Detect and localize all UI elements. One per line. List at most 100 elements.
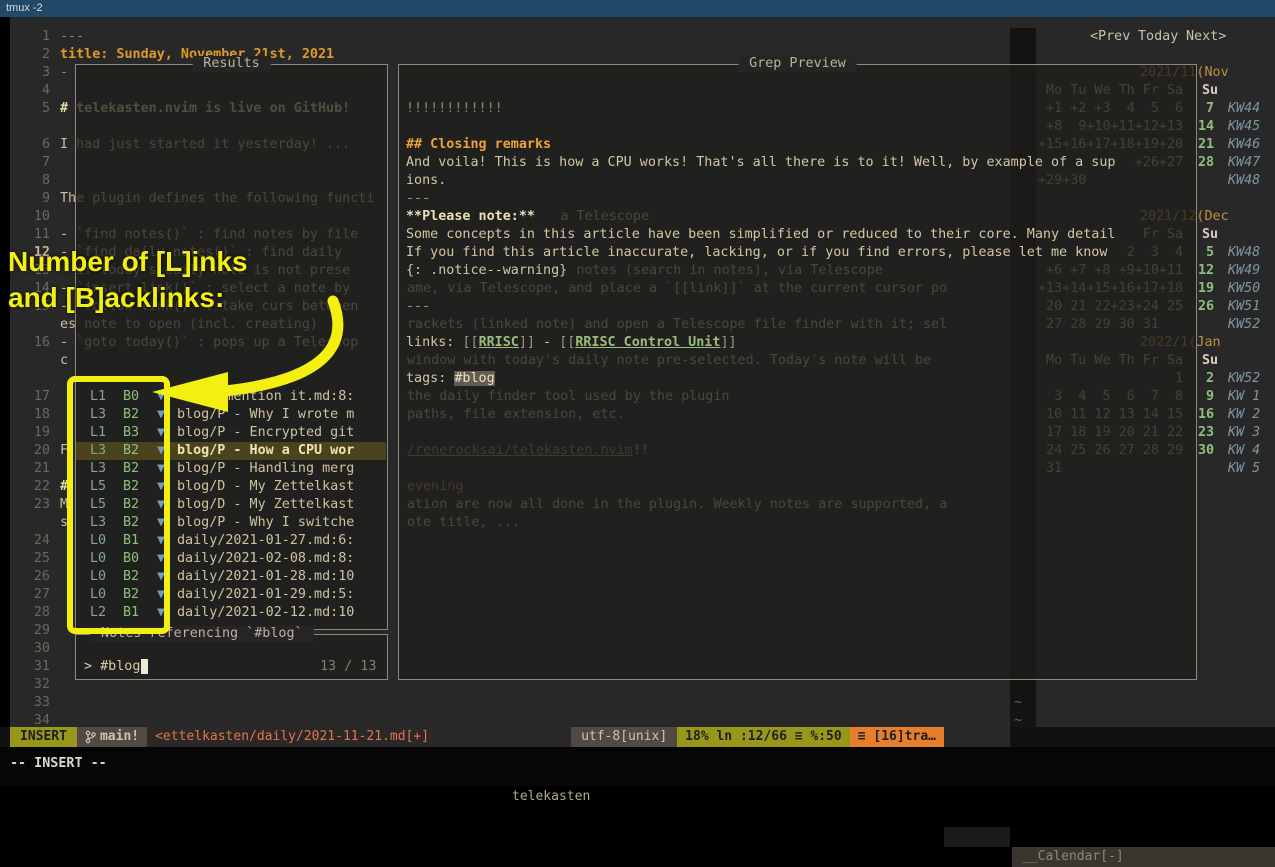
result-entry[interactable]: L3B2▼blog/P - Handling merg <box>76 460 386 478</box>
result-entry[interactable]: L3B2▼blog/P - Why I wrote m <box>76 406 386 424</box>
links-count: L2 <box>90 604 106 622</box>
result-entry[interactable]: L1B3▼blog/P - Encrypted git <box>76 424 386 442</box>
result-entry[interactable]: L3B2▼blog/P - Why I switche <box>76 514 386 532</box>
annotation-line-1: Number of [L]inks <box>8 244 248 280</box>
preview-text: ]] <box>720 335 736 350</box>
calendar-week-number: KW49 <box>1228 262 1260 280</box>
calendar-sunday[interactable]: 9 <box>1198 388 1214 406</box>
calendar-prev-button[interactable]: <Prev <box>1090 28 1130 46</box>
markdown-file-icon: ▼ <box>157 424 165 442</box>
result-entry[interactable]: L0B1▼daily/2021-01-27.md:6: <box>76 532 386 550</box>
empty-line-tilde: ~ <box>1014 694 1022 712</box>
entry-title: blog/P - Why I switche <box>177 514 354 532</box>
markdown-file-icon: ▼ <box>157 514 165 532</box>
line-number: 30 <box>22 640 50 658</box>
calendar-sunday[interactable]: 19 <box>1198 280 1214 298</box>
preview-text: #blog <box>454 371 494 386</box>
line-number: 4 <box>22 82 50 100</box>
branch-icon <box>85 730 96 744</box>
result-entry[interactable]: L0B2▼daily/2021-01-28.md:10 <box>76 568 386 586</box>
buffer-text: - <box>60 64 68 82</box>
calendar-week-number: KW50 <box>1228 280 1260 298</box>
preview-line: Some concepts in this article have been … <box>406 226 1115 244</box>
line-number: 2 <box>22 46 50 64</box>
annotation-line-2: and [B]acklinks: <box>8 280 248 316</box>
calendar-sunday[interactable]: 26 <box>1198 298 1214 316</box>
result-entry[interactable]: L0B0▼daily/2021-02-08.md:8: <box>76 550 386 568</box>
calendar-week-number: KW 2 <box>1228 406 1260 424</box>
calendar-sunday[interactable]: 28 <box>1198 154 1214 172</box>
result-entry[interactable]: L5B2▼blog/D - My Zettelkast <box>76 496 386 514</box>
result-entry[interactable]: L5B2▼blog/D - My Zettelkast <box>76 478 386 496</box>
line-number: 10 <box>22 208 50 226</box>
line-number: 24 <box>22 532 50 550</box>
line-number: 31 <box>22 658 50 676</box>
line-number: 11 <box>22 226 50 244</box>
calendar-sunday[interactable]: 14 <box>1198 118 1214 136</box>
preview-text: Some concepts in this article have been … <box>406 227 1115 242</box>
entry-title: daily/2021-02-08.md:8: <box>177 550 354 568</box>
branch-name: main! <box>100 727 139 747</box>
calendar-sunday[interactable]: 16 <box>1198 406 1214 424</box>
calendar-sunday[interactable]: 30 <box>1198 442 1214 460</box>
calendar-sunday[interactable]: 2 <box>1198 370 1214 388</box>
line-number: 1 <box>22 28 50 46</box>
links-count: L0 <box>90 586 106 604</box>
backlinks-count: B2 <box>123 460 139 478</box>
preview-text: [[ <box>559 335 575 350</box>
links-count: L3 <box>90 514 106 532</box>
markdown-file-icon: ▼ <box>157 388 165 406</box>
preview-text: {: .notice--warning} <box>406 263 567 278</box>
links-count: L3 <box>90 460 106 478</box>
result-entry[interactable]: L2B1▼daily/2021-02-12.md:10 <box>76 604 386 622</box>
preview-line: And voila! This is how a CPU works! That… <box>406 154 1115 172</box>
line-number: 28 <box>22 604 50 622</box>
mode-text: -- INSERT -- <box>10 755 107 773</box>
buffer-text: s <box>60 514 68 532</box>
buffer-text: F <box>60 442 68 460</box>
calendar-sunday[interactable]: 12 <box>1198 262 1214 280</box>
links-count: L0 <box>90 532 106 550</box>
links-count: L0 <box>90 550 106 568</box>
links-count: L0 <box>90 568 106 586</box>
markdown-file-icon: ▼ <box>157 460 165 478</box>
warning-segment: ≡ [16]tra… <box>850 727 944 747</box>
entry-title: blog/D - My Zettelkast <box>177 496 354 514</box>
results-window-title: Results <box>192 56 271 72</box>
links-count: L1 <box>90 388 106 406</box>
entry-title: blog/P - Why I wrote m <box>177 406 354 424</box>
calendar-week-number: KW52 <box>1228 316 1260 334</box>
line-number: 18 <box>22 406 50 424</box>
preview-text: RRISC <box>479 335 519 350</box>
calendar-statusline: __Calendar[-] <box>1012 847 1275 867</box>
line-number: 9 <box>22 190 50 208</box>
calendar-week-number: KW48 <box>1228 172 1260 190</box>
backlinks-count: B1 <box>123 604 139 622</box>
line-number: 22 <box>22 478 50 496</box>
result-entry[interactable]: L0B2▼daily/2021-01-29.md:5: <box>76 586 386 604</box>
backlinks-count: B1 <box>123 532 139 550</box>
prompt-window-title: Notes referencing `#blog` <box>90 626 314 642</box>
backlinks-count: B2 <box>123 568 139 586</box>
calendar-sunday[interactable]: 7 <box>1198 100 1214 118</box>
calendar-next-button[interactable]: Next> <box>1186 28 1226 46</box>
buffer-text: M <box>60 496 68 514</box>
mode-indicator: INSERT <box>10 727 77 747</box>
calendar-sunday[interactable]: 23 <box>1198 424 1214 442</box>
result-entry[interactable]: L1B0▼ i mention it.md:8: <box>76 388 386 406</box>
entry-title: blog/P - Encrypted git <box>177 424 354 442</box>
links-count: L3 <box>90 406 106 424</box>
calendar-sunday[interactable]: 5 <box>1198 244 1214 262</box>
result-entry[interactable]: L3B2▼blog/P - How a CPU wor <box>76 442 386 460</box>
filetype-label: telekasten <box>512 787 590 807</box>
encoding-segment: utf-8[unix] <box>571 727 677 747</box>
entry-title: daily/2021-01-28.md:10 <box>177 568 354 586</box>
calendar-sunday-header: Su <box>1202 82 1218 100</box>
calendar-sunday-header: Su <box>1202 226 1218 244</box>
calendar-sunday-header: Su <box>1202 352 1218 370</box>
prompt-input[interactable]: > #blog <box>84 658 140 676</box>
calendar-sunday[interactable]: 21 <box>1198 136 1214 154</box>
backlinks-count: B3 <box>123 424 139 442</box>
calendar-today-button[interactable]: Today <box>1138 28 1178 46</box>
markdown-file-icon: ▼ <box>157 406 165 424</box>
